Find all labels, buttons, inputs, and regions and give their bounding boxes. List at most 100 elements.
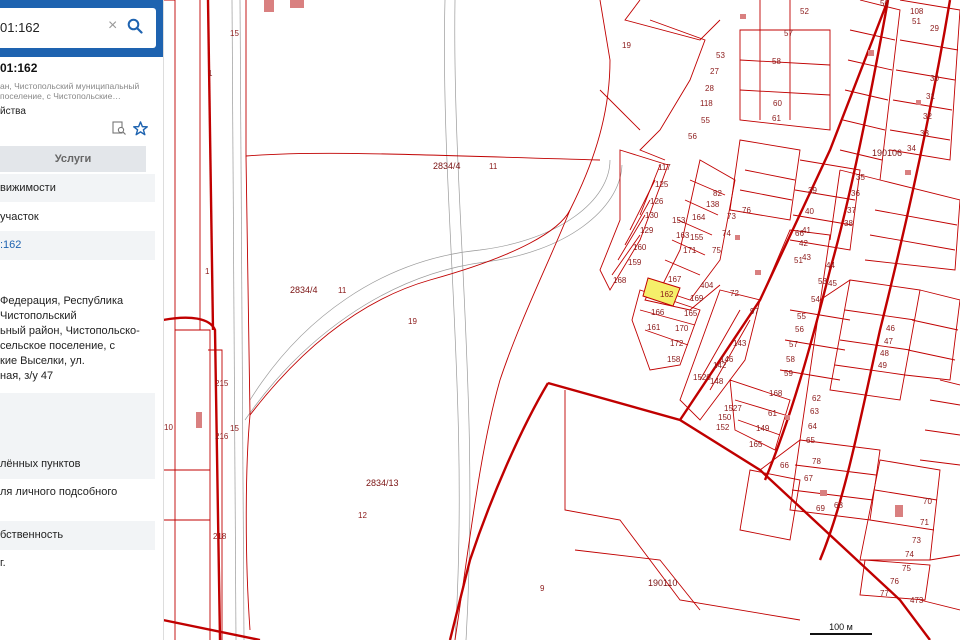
- parcel-number-label: 161: [647, 323, 661, 332]
- parcel-number-label: 190106: [872, 148, 902, 158]
- parcel-number-label: 169: [690, 294, 704, 303]
- parcel-number-label: 74: [722, 229, 731, 238]
- parcel-number-label: 473: [910, 596, 924, 605]
- info-row[interactable]: :162: [0, 231, 155, 260]
- address-line: ан, Чистопольский муниципальный: [0, 81, 140, 91]
- parcel-number-label: 53: [818, 277, 827, 286]
- parcel-number-label: 50: [880, 0, 889, 8]
- close-icon[interactable]: ×: [108, 17, 117, 35]
- parcel-number-label: 46: [886, 324, 895, 333]
- ownership-form: бственность: [0, 529, 64, 541]
- parcel-number-label: 38: [844, 219, 853, 228]
- search-icon[interactable]: [127, 18, 143, 34]
- parcel-number-label: 118: [700, 99, 713, 108]
- parcel-number-label: 61: [768, 409, 777, 418]
- parcel-number-label: 125: [655, 180, 669, 189]
- row-text: вижимости: [0, 182, 56, 194]
- parcel-number-label: 31: [926, 92, 935, 101]
- parcel-number-label: 2834/4: [290, 285, 318, 295]
- object-title: 01:162: [0, 61, 38, 75]
- parcel-number-label: 71: [920, 518, 929, 527]
- parcel-number-label: 58: [786, 355, 795, 364]
- info-row: бственность: [0, 521, 155, 550]
- parcel-number-label: 168: [613, 276, 627, 285]
- tab-services[interactable]: Услуги: [0, 146, 146, 172]
- full-address: Федерация, Республика Чистопольский ьный…: [0, 295, 140, 382]
- parcel-number-label: 15: [230, 29, 239, 38]
- scale-bar: 100 м: [810, 622, 872, 636]
- parcel-number-label: 172: [670, 339, 684, 348]
- search-bar: 01:162 ×: [0, 0, 163, 57]
- parcel-number-label: 40: [805, 207, 814, 216]
- search-input[interactable]: 01:162: [0, 20, 40, 35]
- parcel-number-label: 159: [628, 258, 642, 267]
- parcel-number-label: 42: [799, 239, 808, 248]
- row-text: участок: [0, 211, 39, 223]
- parcel-number-label: 67: [804, 474, 813, 483]
- parcel-number-label: 9: [540, 584, 545, 593]
- parcel-number-label: 171: [683, 246, 697, 255]
- parcel-number-label: 34: [907, 144, 916, 153]
- parcel-number-label: 58: [772, 57, 781, 66]
- parcel-number-label: 108: [910, 7, 924, 16]
- parcel-number-label: 19: [622, 41, 631, 50]
- land-category: лённых пунктов: [0, 458, 81, 470]
- parcel-number-label: 28: [705, 84, 714, 93]
- scale-line: [810, 633, 872, 635]
- star-icon[interactable]: [133, 121, 148, 136]
- parcel-number-label: 53: [716, 51, 725, 60]
- parcel-number-label: 148: [710, 377, 724, 386]
- parcel-number-label: 138: [706, 200, 720, 209]
- parcel-number-label: 15: [230, 424, 239, 433]
- parcel-number-label: 62: [812, 394, 821, 403]
- parcel-number-label: 165: [684, 309, 698, 318]
- info-row: г.: [0, 549, 155, 578]
- parcel-number-label: 10: [164, 423, 173, 432]
- parcel-number-label: 72: [730, 289, 739, 298]
- cadastral-number-link[interactable]: :162: [0, 238, 155, 253]
- parcel-number-label: 51: [912, 17, 921, 26]
- parcel-number-label: 55: [797, 312, 806, 321]
- parcel-number-label: 1527: [724, 404, 742, 413]
- parcel-number-label: 68: [834, 501, 843, 510]
- parcel-number-label: 43: [802, 253, 811, 262]
- parcel-number-label: 73: [912, 536, 921, 545]
- search-field[interactable]: 01:162 ×: [0, 8, 156, 48]
- parcel-number-label: 11: [338, 286, 347, 295]
- parcel-number-label: 150: [718, 413, 732, 422]
- parcel-number-label: 41: [802, 226, 811, 235]
- parcel-number-label: 2834/4: [433, 161, 461, 171]
- quarter-boundaries: [162, 0, 952, 640]
- parcel-number-label: 52: [800, 7, 809, 16]
- parcel-number-label: 56: [795, 325, 804, 334]
- parcel-number-label: 1: [205, 267, 210, 276]
- collapse-panel-button[interactable]: ‹: [163, 20, 175, 38]
- parcel-number-label: 168: [769, 389, 783, 398]
- row-text: г.: [0, 557, 6, 569]
- parcel-number-label: 164: [692, 213, 706, 222]
- address-row: Федерация, Республика Чистопольский ьный…: [0, 287, 155, 394]
- info-panel: 01:162 × 01:162 ан, Чистопольский муници…: [0, 0, 164, 640]
- parcel-number-label: 166: [651, 308, 665, 317]
- parcel-number-label: 47: [884, 337, 893, 346]
- parcel-number-label: 45: [828, 279, 837, 288]
- parcel-number-label: 130: [645, 211, 659, 220]
- search-document-icon[interactable]: [112, 121, 126, 135]
- parcel-number-label: 30: [930, 74, 939, 83]
- parcel-number-label: 216: [215, 432, 229, 441]
- tab-bar: Услуги: [0, 146, 163, 172]
- parcel-number-label: 78: [812, 457, 821, 466]
- parcel-number-label: 12: [358, 511, 367, 520]
- parcel-number-label: 404: [700, 281, 714, 290]
- parcel-number-label: 36: [851, 189, 860, 198]
- parcel-number-label: 49: [878, 361, 887, 370]
- info-row: ля личного подсобного: [0, 478, 155, 523]
- parcel-number-label: 56: [688, 132, 697, 141]
- parcel-number-label: 75: [902, 564, 911, 573]
- parcel-number-label: 190110: [648, 578, 677, 588]
- parcel-number-label: 167: [668, 275, 682, 284]
- parcel-number-label: 163: [676, 231, 690, 240]
- parcel-number-label: 65: [806, 436, 815, 445]
- parcel-number-label: 97: [750, 307, 759, 316]
- parcel-number-label: 82: [713, 189, 722, 198]
